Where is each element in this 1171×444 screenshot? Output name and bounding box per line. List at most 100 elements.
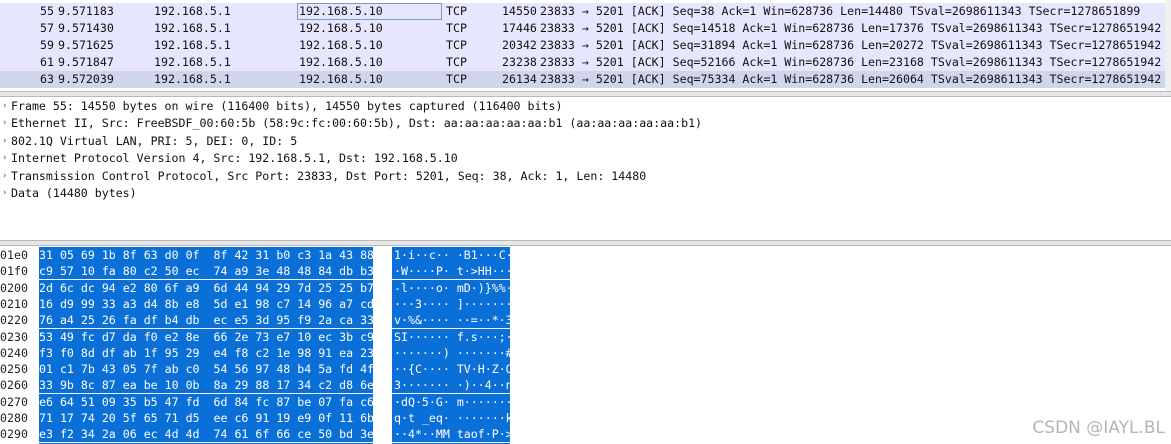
- detail-row[interactable]: › Data (14480 bytes): [0, 185, 1171, 202]
- ascii-bytes[interactable]: ··{C···· TV·H·Z·O: [392, 361, 513, 378]
- byte-offset: 01f0: [0, 264, 28, 279]
- packet-time-cell: 9.572039: [58, 72, 114, 86]
- packet-no-cell: 59: [40, 38, 54, 52]
- byte-offset: 0210: [0, 296, 28, 311]
- packet-row[interactable]: 61 9.571847 192.168.5.1 192.168.5.10 TCP 2323…: [0, 54, 1171, 71]
- packet-dst-cell: 192.168.5.10: [299, 21, 383, 35]
- packet-src-cell: 192.168.5.1: [154, 55, 231, 69]
- packet-info-cell: 23833 → 5201 [ACK] Seq=31894 Ack=1 Win=6…: [540, 38, 1162, 52]
- watermark: CSDN @IAYL.BL: [1032, 418, 1165, 438]
- byte-offset: 0290: [0, 427, 28, 442]
- packet-info-cell: 23833 → 5201 [ACK] Seq=52166 Ack=1 Win=6…: [540, 55, 1162, 69]
- expand-arrow-icon[interactable]: ›: [2, 115, 7, 132]
- byte-offset: 0200: [0, 280, 28, 295]
- packet-row[interactable]: 57 9.571430 192.168.5.1 192.168.5.10 TCP 1744…: [0, 20, 1171, 37]
- hex-bytes[interactable]: 53 49 fc d7 da f0 e2 8e 66 2e 73 e7 10 e…: [39, 328, 374, 345]
- packet-row[interactable]: 55 9.571183 192.168.5.1 192.168.5.10 TCP 1455…: [0, 3, 1171, 20]
- packet-list[interactable]: 55 9.571183 192.168.5.1 192.168.5.10 TCP 1455…: [0, 0, 1171, 91]
- packet-time-cell: 9.571847: [58, 55, 114, 69]
- byte-offset: 0220: [0, 313, 28, 328]
- byte-offset: 0240: [0, 345, 28, 360]
- packet-len-cell: 20342: [502, 38, 537, 52]
- detail-label: Ethernet II, Src: FreeBSDF_00:60:5b (58:…: [11, 116, 703, 131]
- packet-no-cell: 61: [40, 55, 54, 69]
- detail-label: Data (14480 bytes): [11, 186, 137, 200]
- byte-offset: 0250: [0, 362, 28, 377]
- hex-bytes[interactable]: 31 05 69 1b 8f 63 d0 0f 8f 42 31 b0 c3 1…: [39, 247, 374, 263]
- hex-bytes[interactable]: e3 f2 34 2a 06 ec 4d 4d 74 61 6f 66 ce 5…: [39, 426, 374, 443]
- ascii-bytes[interactable]: ·W····P· t·>HH···: [392, 263, 513, 280]
- hex-bytes[interactable]: 76 a4 25 26 fa df b4 db ec e5 3d 95 f9 2…: [39, 312, 374, 329]
- ascii-bytes[interactable]: v·%&···· ··=··*·3: [392, 312, 513, 329]
- hex-bytes[interactable]: 01 c1 7b 43 05 7f ab c0 54 56 97 48 b4 5…: [39, 361, 374, 378]
- packet-proto-cell: TCP: [446, 21, 467, 35]
- byte-offset: 0270: [0, 394, 28, 409]
- detail-row[interactable]: › Internet Protocol Version 4, Src: 192.1…: [0, 150, 1171, 167]
- ascii-bytes[interactable]: ··4*··MM taof·P·>: [392, 426, 513, 443]
- hex-bytes[interactable]: 71 17 74 20 5f 65 71 d5 ee c6 91 19 e9 0…: [39, 410, 374, 426]
- packet-src-cell: 192.168.5.1: [154, 72, 231, 86]
- packet-dst-cell: 192.168.5.10: [299, 55, 383, 69]
- packet-proto-cell: TCP: [446, 38, 467, 52]
- byte-offset: 0280: [0, 411, 28, 425]
- expand-arrow-icon[interactable]: ›: [2, 98, 7, 115]
- packet-info-cell: 23833 → 5201 [ACK] Seq=75334 Ack=1 Win=6…: [540, 72, 1162, 86]
- packet-time-cell: 9.571430: [58, 21, 114, 35]
- packet-dst-cell: 192.168.5.10: [299, 38, 383, 52]
- packet-src-cell: 192.168.5.1: [154, 21, 231, 35]
- packet-len-cell: 23238: [502, 55, 537, 69]
- hex-bytes[interactable]: 16 d9 99 33 a3 d4 8b e8 5d e1 98 c7 14 9…: [39, 295, 374, 312]
- detail-row[interactable]: › 802.1Q Virtual LAN, PRI: 5, DEI: 0, ID:…: [0, 133, 1171, 150]
- packet-proto-cell: TCP: [446, 55, 467, 69]
- detail-row[interactable]: › Ethernet II, Src: FreeBSDF_00:60:5b (58…: [0, 115, 1171, 132]
- ascii-bytes[interactable]: ·dQ·5·G· m·······: [392, 393, 513, 410]
- detail-label: 802.1Q Virtual LAN, PRI: 5, DEI: 0, ID: …: [11, 133, 298, 148]
- expand-arrow-icon[interactable]: ›: [2, 133, 7, 150]
- packet-list-scrollbar[interactable]: [1165, 0, 1171, 91]
- detail-row[interactable]: › Transmission Control Protocol, Src Port…: [0, 168, 1171, 185]
- packet-info-cell: 23833 → 5201 [ACK] Seq=14518 Ack=1 Win=6…: [540, 21, 1162, 35]
- hex-bytes[interactable]: c9 57 10 fa 80 c2 50 ec 74 a9 3e 48 48 8…: [39, 263, 374, 280]
- hex-bytes[interactable]: 2d 6c dc 94 e2 80 6f a9 6d 44 94 29 7d 2…: [39, 279, 374, 296]
- byte-offset: 0230: [0, 329, 28, 344]
- expand-arrow-icon[interactable]: ›: [2, 150, 7, 167]
- packet-no-cell: 55: [40, 4, 54, 18]
- hex-bytes[interactable]: 33 9b 8c 87 ea be 10 0b 8a 29 88 17 34 c…: [39, 377, 374, 394]
- ascii-bytes[interactable]: ·······) ·······#: [392, 344, 513, 361]
- packet-len-cell: 26134: [502, 72, 537, 86]
- ascii-bytes[interactable]: ···3···· ]·······: [392, 295, 513, 312]
- ascii-bytes[interactable]: q·t _eq· ·······k: [392, 410, 513, 426]
- ascii-bytes[interactable]: 1·i··c·· ·B1···C·: [392, 247, 513, 263]
- hex-bytes[interactable]: f3 f0 8d df ab 1f 95 29 e4 f8 c2 1e 98 9…: [39, 344, 374, 361]
- detail-label: Transmission Control Protocol, Src Port:…: [11, 168, 647, 183]
- packet-src-cell: 192.168.5.1: [154, 38, 231, 52]
- packet-len-cell: 14550: [502, 4, 537, 18]
- packet-row[interactable]: 59 9.571625 192.168.5.1 192.168.5.10 TCP 2034…: [0, 37, 1171, 54]
- packet-proto-cell: TCP: [446, 72, 467, 86]
- pane-splitter-top[interactable]: [0, 91, 1171, 97]
- packet-bytes-pane[interactable]: 01e0 31 05 69 1b 8f 63 d0 0f 8f 42 31 b0 …: [0, 247, 1171, 444]
- detail-label: Internet Protocol Version 4, Src: 192.16…: [11, 151, 458, 166]
- expand-arrow-icon[interactable]: ›: [2, 168, 7, 185]
- ascii-bytes[interactable]: -l····o· mD·)}%%·: [392, 279, 513, 296]
- packet-no-cell: 63: [40, 72, 54, 86]
- packet-src-cell: 192.168.5.1: [154, 4, 231, 18]
- byte-offset: 01e0: [0, 248, 28, 262]
- packet-dst-cell: 192.168.5.10: [299, 72, 383, 86]
- selected-cell-outline: [297, 3, 442, 20]
- detail-row[interactable]: › Frame 55: 14550 bytes on wire (116400 b…: [0, 98, 1171, 115]
- packet-row[interactable]: 63 9.572039 192.168.5.1 192.168.5.10 TCP 2613…: [0, 71, 1171, 88]
- packet-proto-cell: TCP: [446, 4, 467, 18]
- hex-bytes[interactable]: e6 64 51 09 35 b5 47 fd 6d 84 fc 87 be 0…: [39, 393, 374, 410]
- expand-arrow-icon[interactable]: ›: [2, 185, 7, 202]
- ascii-bytes[interactable]: 3······· ·)··4··n: [392, 377, 513, 394]
- packet-info-cell: 23833 → 5201 [ACK] Seq=38 Ack=1 Win=6287…: [540, 4, 1141, 18]
- packet-time-cell: 9.571625: [58, 38, 114, 52]
- packet-no-cell: 57: [40, 21, 54, 35]
- byte-offset: 0260: [0, 378, 28, 393]
- packet-len-cell: 17446: [502, 21, 537, 35]
- ascii-bytes[interactable]: SI······ f.s···;·: [392, 328, 513, 345]
- packet-details-tree[interactable]: › Frame 55: 14550 bytes on wire (116400 b…: [0, 98, 1171, 238]
- packet-time-cell: 9.571183: [58, 4, 114, 18]
- pane-splitter-bottom[interactable]: [0, 240, 1171, 246]
